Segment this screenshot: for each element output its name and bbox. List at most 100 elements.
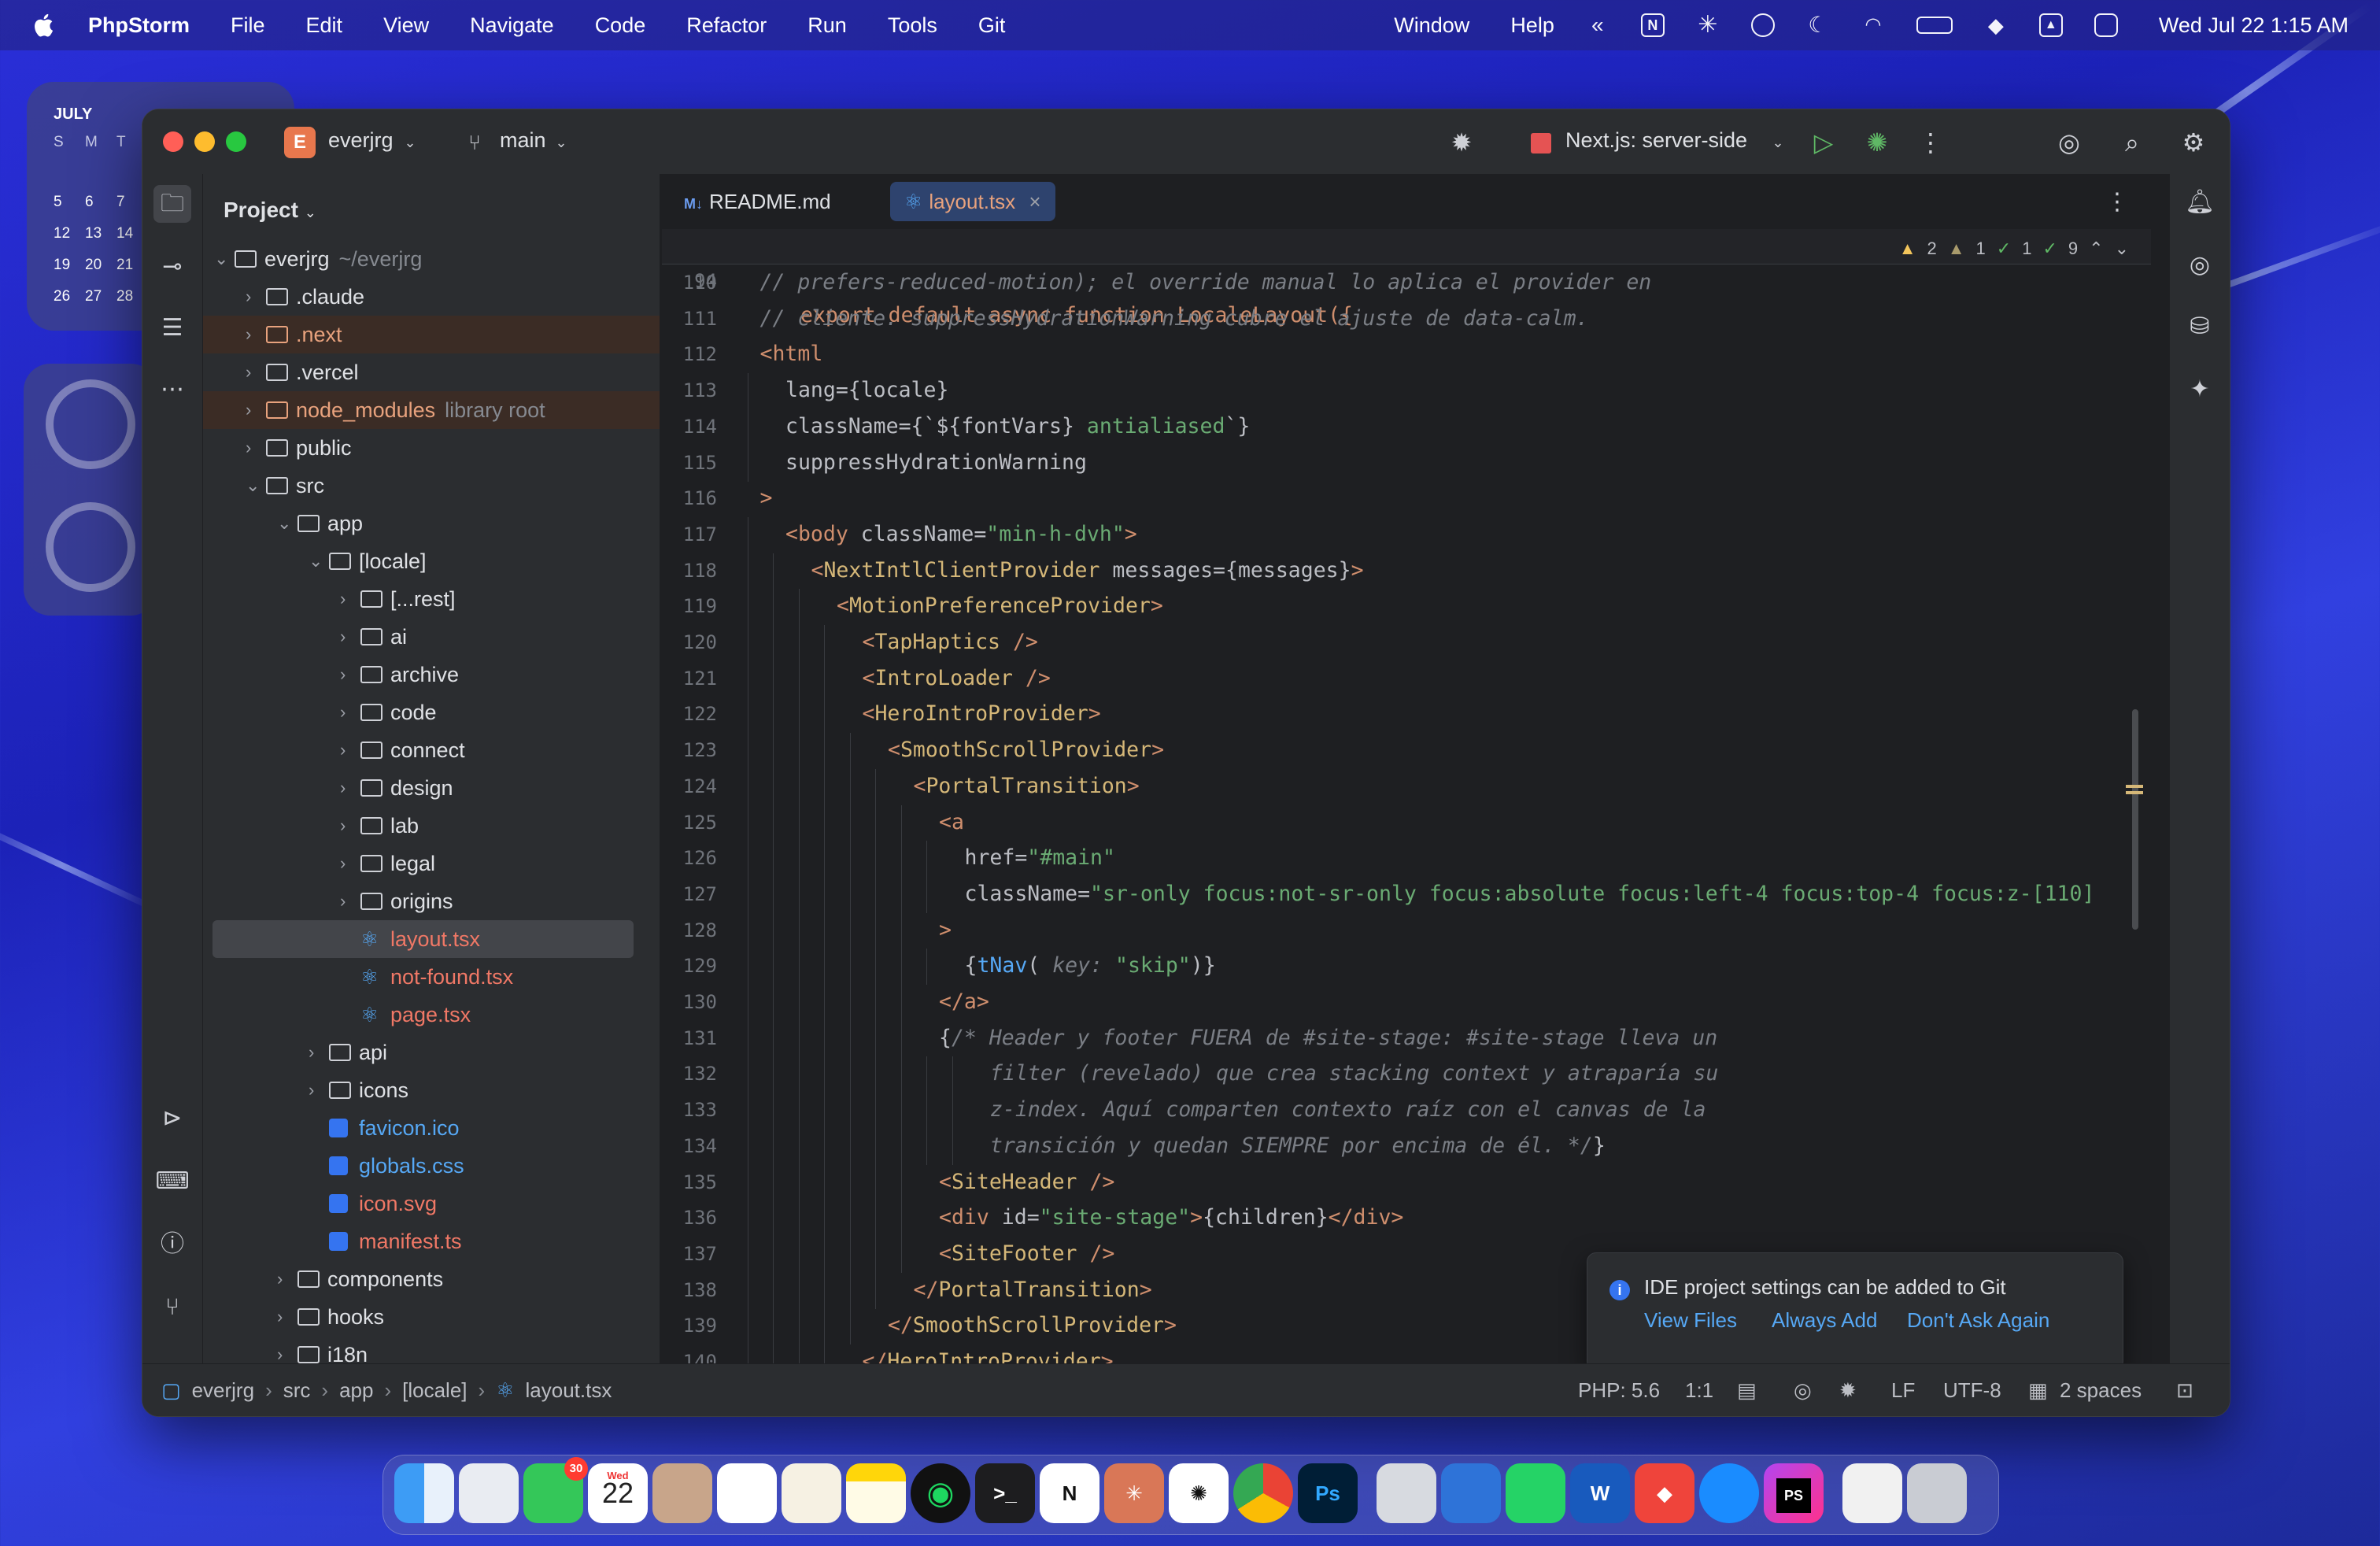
code-line[interactable]: 110 // prefers-reduced-motion); el overri… [662, 265, 2151, 300]
branch-switcher[interactable]: main [500, 128, 546, 153]
share-icon[interactable]: ◆ [1984, 13, 2008, 37]
tree-item[interactable]: manifest.ts [203, 1222, 660, 1260]
project-switcher[interactable]: everjrg [328, 128, 394, 153]
menu-help[interactable]: Help [1510, 13, 1554, 38]
chevron-down-icon[interactable]: ⌄ [246, 467, 260, 505]
dock-whatsapp-icon[interactable] [1506, 1463, 1565, 1523]
dock-anydesk-icon[interactable]: ◆ [1635, 1463, 1694, 1523]
code-line[interactable]: 135 <SiteHeader /> [662, 1164, 2151, 1201]
chatgpt-icon[interactable] [1750, 13, 1775, 37]
tree-item[interactable]: › legal [203, 845, 660, 882]
dock-terminal-icon[interactable]: >_ [975, 1463, 1035, 1523]
code-line[interactable]: 134 transición y quedan SIEMPRE por encim… [662, 1128, 2151, 1165]
menu-tools[interactable]: Tools [888, 13, 937, 38]
chevron-right-icon[interactable]: › [340, 618, 354, 656]
debug-icon[interactable]: ✺ [1863, 128, 1891, 157]
breadcrumb-item[interactable]: src [283, 1378, 311, 1403]
chevron-right-icon[interactable]: › [340, 580, 354, 618]
services-icon[interactable]: ⊳ [153, 1100, 191, 1137]
notion-icon[interactable]: N [1640, 13, 1665, 37]
dont-ask-again-link[interactable]: Don't Ask Again [1907, 1308, 2049, 1333]
code-line[interactable]: 112 <html [662, 337, 2151, 372]
dock-documents-icon[interactable] [1842, 1463, 1902, 1523]
project-badge[interactable]: E [284, 127, 316, 158]
code-line[interactable]: 113 lang={locale} [662, 373, 2151, 410]
git-icon[interactable]: ⑂ [153, 1289, 191, 1326]
code-line[interactable]: 122 <HeroIntroProvider> [662, 697, 2151, 734]
chevron-right-icon[interactable]: › [340, 807, 354, 845]
tree-item[interactable]: ⚛ page.tsx [203, 996, 660, 1034]
database-icon[interactable]: ⛁ [2182, 309, 2217, 344]
caret-position[interactable]: 1:1 [1685, 1378, 1713, 1403]
breadcrumb-item[interactable]: app [339, 1378, 373, 1403]
inspection-widget[interactable]: ▲ 2 ▲ 1 ✓ 1 ✓ 9 ⌃ ⌄ [1899, 239, 2129, 259]
chevron-down-icon[interactable]: ⌄ [309, 542, 323, 580]
dock-preview-icon[interactable] [1377, 1463, 1436, 1523]
close-window-button[interactable] [163, 131, 183, 152]
code-line[interactable]: 118 <NextIntlClientProvider messages={mes… [662, 553, 2151, 590]
tree-item[interactable]: › icons [203, 1071, 660, 1109]
tab-readme[interactable]: M↓ README.md [670, 182, 845, 221]
tree-item[interactable]: › public [203, 429, 660, 467]
code-line[interactable]: 114 className={`${fontVars} antialiased`} [662, 409, 2151, 446]
chevron-down-icon[interactable]: ⌄ [277, 505, 291, 542]
code-line[interactable]: 121 <IntroLoader /> [662, 660, 2151, 697]
tree-item[interactable]: › components [203, 1260, 660, 1298]
dock-safari-icon[interactable] [1699, 1463, 1759, 1523]
code-line[interactable]: 131 {/* Header y footer FUERA de #site-st… [662, 1020, 2151, 1057]
chevron-right-icon[interactable]: › [340, 769, 354, 807]
dock-finder-icon[interactable] [394, 1463, 454, 1523]
tree-item[interactable]: › archive [203, 656, 660, 693]
tree-item[interactable]: › [...rest] [203, 580, 660, 618]
code-line[interactable]: 127 className="sr-only focus:not-sr-only … [662, 876, 2151, 913]
dock-contacts-icon[interactable] [652, 1463, 712, 1523]
dock-chrome-icon[interactable] [1233, 1463, 1293, 1523]
code-line[interactable]: 120 <TapHaptics /> [662, 625, 2151, 661]
problems-icon[interactable]: ⓘ [153, 1226, 191, 1263]
tree-item[interactable]: › connect [203, 731, 660, 769]
chevron-right-icon[interactable]: › [340, 845, 354, 882]
dock-reminders-icon[interactable] [717, 1463, 777, 1523]
tree-item[interactable]: › .claude [203, 278, 660, 316]
moon-icon[interactable]: ☾ [1806, 13, 1830, 37]
menu-code[interactable]: Code [595, 13, 646, 38]
tab-layout-tsx[interactable]: ⚛ layout.tsx × [890, 182, 1055, 221]
code-line[interactable]: 132 filter (revelado) que crea stacking c… [662, 1056, 2151, 1093]
close-tab-icon[interactable]: × [1029, 190, 1040, 213]
chevron-right-icon[interactable]: › [246, 278, 260, 316]
tree-item[interactable]: ⌄ [locale] [203, 542, 660, 580]
more-actions-icon[interactable]: ⋮ [1916, 128, 1945, 157]
code-line[interactable]: 125 <a [662, 804, 2151, 841]
project-panel-title[interactable]: Project ⌄ [224, 198, 316, 223]
dock-calendar-icon[interactable]: Wed 22 [588, 1463, 648, 1523]
battery-icon[interactable] [1916, 17, 1953, 34]
minimize-window-button[interactable] [194, 131, 215, 152]
more-tools-icon[interactable]: ⋯ [153, 371, 191, 409]
php-version[interactable]: PHP: 5.6 [1578, 1378, 1660, 1403]
indent-setting[interactable]: 2 spaces [2060, 1378, 2142, 1403]
chevron-right-icon[interactable]: › [309, 1071, 323, 1109]
tree-item[interactable]: globals.css [203, 1147, 660, 1185]
code-line[interactable]: 136 <div id="site-stage">{children}</div> [662, 1200, 2151, 1237]
scrollbar-thumb[interactable] [2132, 709, 2138, 930]
chevron-up-icon[interactable]: ⌃ [2089, 239, 2103, 259]
project-folder-icon[interactable]: 🗀 [153, 185, 191, 223]
code-line[interactable]: 133 z-index. Aquí comparten contexto raíz… [662, 1093, 2151, 1130]
chevron-right-icon[interactable]: › [277, 1260, 291, 1298]
menu-refactor[interactable]: Refactor [686, 13, 767, 38]
tree-item[interactable]: › origins [203, 882, 660, 920]
zoom-window-button[interactable] [226, 131, 246, 152]
terminal-icon[interactable]: ⌨ [153, 1163, 191, 1200]
code-line[interactable]: 117 <body className="min-h-dvh"> [662, 516, 2151, 553]
chevron-right-icon[interactable]: › [340, 656, 354, 693]
tree-item[interactable]: › .vercel [203, 353, 660, 391]
menu-datetime[interactable]: Wed Jul 22 1:15 AM [2159, 13, 2349, 38]
dock-freeform-icon[interactable] [782, 1463, 841, 1523]
tree-item[interactable]: › hooks [203, 1298, 660, 1336]
chevron-right-icon[interactable]: › [277, 1298, 291, 1336]
search-icon[interactable]: ⌕ [2118, 128, 2146, 157]
dock-spotify-icon[interactable]: ◉ [911, 1463, 970, 1523]
run-icon[interactable]: ▷ [1809, 128, 1838, 157]
control-center-icon[interactable] [2094, 13, 2118, 37]
chevron-right-icon[interactable]: › [309, 1034, 323, 1071]
